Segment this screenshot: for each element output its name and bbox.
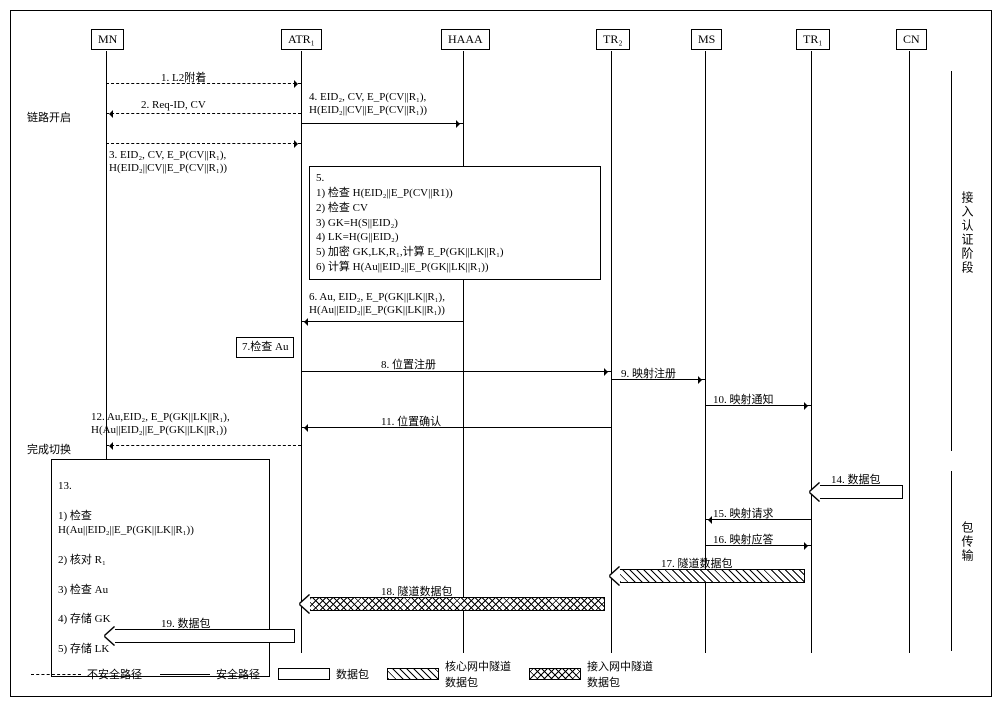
brace-pkt — [951, 471, 952, 651]
legend-core-tunnel: 核心网中隧道 数据包 — [387, 658, 511, 690]
lifeline-cn — [909, 51, 910, 653]
box13-l5: 5) 存储 LK — [58, 642, 263, 657]
process-box-5: 5. 1) 检查 H(EID₂||E_P(CV||R1)) 2) 检查 CV 3… — [309, 166, 601, 280]
legend-access-tunnel: 接入网中隧道 数据包 — [529, 658, 653, 690]
actor-tr1: TR₁ — [796, 29, 830, 50]
process-box-13: 13. 1) 检查 H(Au||EID₂||E_P(GK||LK||R₁)) 2… — [51, 459, 270, 677]
lifeline-tr2 — [611, 51, 612, 653]
arrow-11 — [301, 427, 611, 428]
phase-pkt: 包传输 — [959, 521, 976, 563]
actor-haaa: HAAA — [441, 29, 490, 50]
arrow-9 — [611, 379, 705, 380]
arrow-6 — [301, 321, 463, 322]
msg-12: 12. Au,EID₂, E_P(GK||LK||R₁), H(Au||EID₂… — [91, 411, 230, 437]
actor-atr1: ATR₁ — [281, 29, 322, 50]
arrow-12 — [106, 445, 301, 446]
arrow-16 — [705, 545, 811, 546]
box13-l2: 2) 核对 R₁ — [58, 553, 263, 568]
arrow-17 — [619, 569, 805, 583]
arrow-15 — [705, 519, 811, 520]
arrow-1 — [106, 83, 301, 84]
msg-6: 6. Au, EID₂, E_P(GK||LK||R₁), H(Au||EID₂… — [309, 291, 445, 317]
legend-secure: 安全路径 — [160, 666, 260, 682]
box5-title: 5. — [316, 171, 594, 186]
label-link-start: 链路开启 — [27, 109, 71, 125]
actor-mn: MN — [91, 29, 124, 50]
brace-auth — [951, 71, 952, 451]
sequence-diagram: MN ATR₁ HAAA TR₂ MS TR₁ CN 链路开启 完成切换 接入认… — [10, 10, 992, 697]
arrow-4 — [301, 123, 463, 124]
box5-l6: 6) 计算 H(Au||EID₂||E_P(GK||LK||R₁)) — [316, 260, 594, 275]
arrow-14 — [819, 485, 903, 499]
arrow-3 — [106, 143, 301, 144]
legend-insecure: 不安全路径 — [31, 666, 142, 682]
arrow-18 — [309, 597, 605, 611]
arrow-10 — [705, 405, 811, 406]
box5-l1: 1) 检查 H(EID₂||E_P(CV||R1)) — [316, 186, 594, 201]
legend: 不安全路径 安全路径 数据包 核心网中隧道 数据包 接入网中隧道 数据包 — [31, 658, 971, 690]
arrow-2 — [106, 113, 301, 114]
legend-packet: 数据包 — [278, 666, 369, 682]
box13-title: 13. — [58, 479, 263, 494]
label-handover-done: 完成切换 — [27, 441, 71, 457]
arrow-19 — [114, 629, 295, 643]
box13-l3: 3) 检查 Au — [58, 583, 263, 598]
phase-auth: 接入认证阶段 — [959, 191, 976, 275]
msg-3: 3. EID₂, CV, E_P(CV||R₁), H(EID₂||CV||E_… — [109, 149, 227, 175]
arrow-8 — [301, 371, 611, 372]
box5-l3: 3) GK=H(S||EID₂) — [316, 216, 594, 231]
box13-l1: 1) 检查 H(Au||EID₂||E_P(GK||LK||R₁)) — [58, 509, 263, 539]
msg-2: 2. Req-ID, CV — [141, 99, 206, 111]
box5-l5: 5) 加密 GK,LK,R₁,计算 E_P(GK||LK||R₁) — [316, 245, 594, 260]
actor-tr2: TR₂ — [596, 29, 630, 50]
lifeline-tr1 — [811, 51, 812, 653]
lifeline-haaa — [463, 51, 464, 653]
msg-4: 4. EID₂, CV, E_P(CV||R₁), H(EID₂||CV||E_… — [309, 91, 427, 117]
box5-l2: 2) 检查 CV — [316, 201, 594, 216]
box5-l4: 4) LK=H(G||EID₂) — [316, 230, 594, 245]
actor-ms: MS — [691, 29, 722, 50]
actor-cn: CN — [896, 29, 927, 50]
msg-8: 8. 位置注册 — [381, 356, 436, 372]
process-box-7: 7.检查 Au — [236, 337, 294, 358]
